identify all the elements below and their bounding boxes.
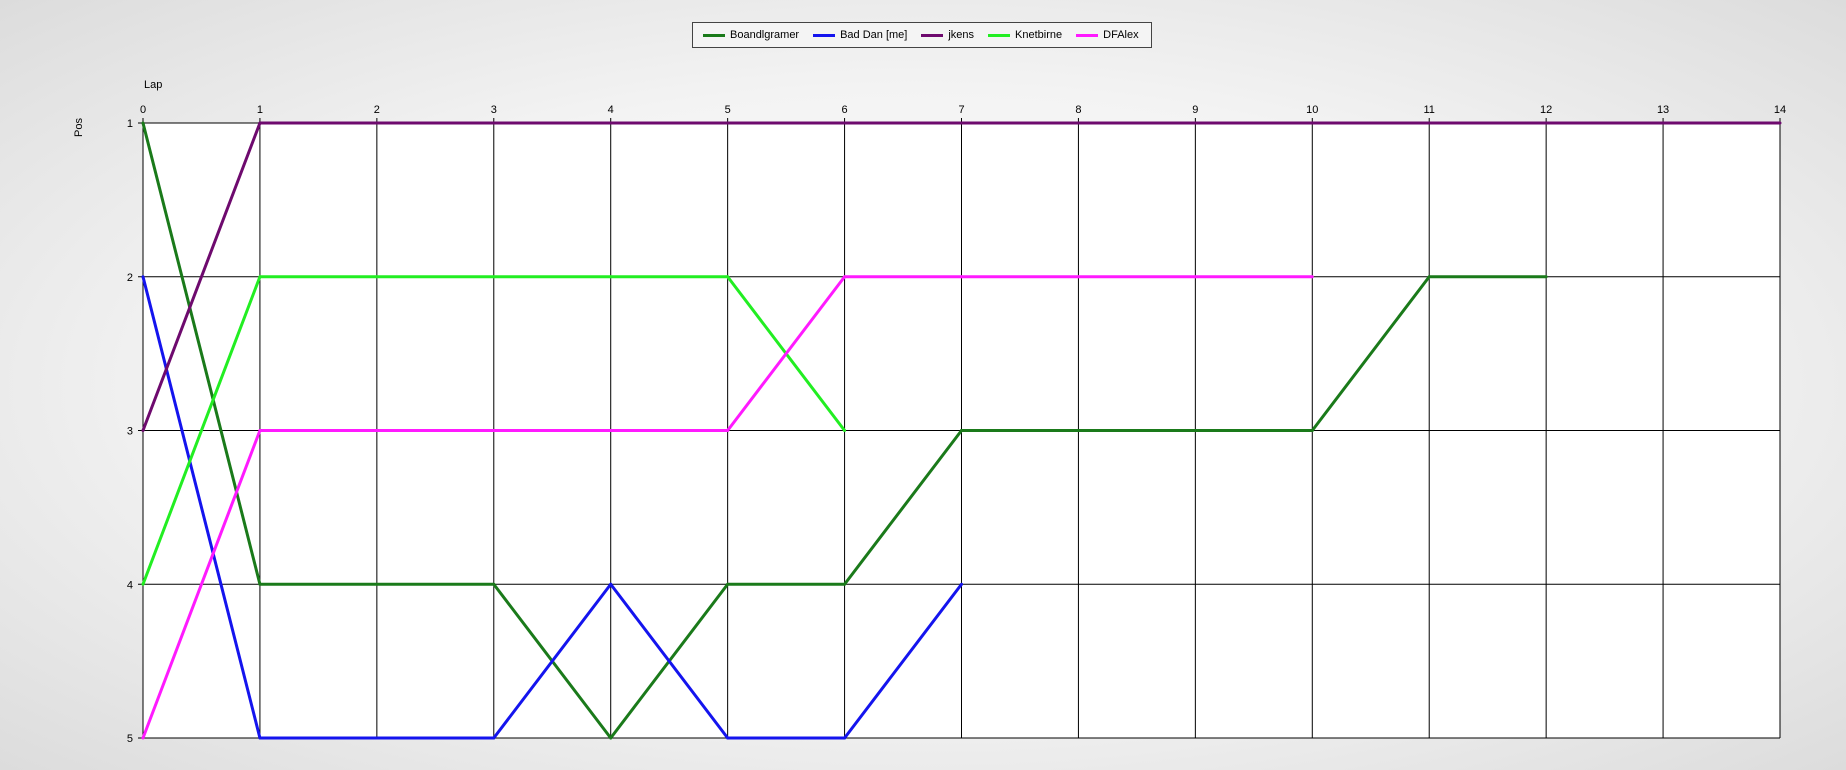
- data-point: [1310, 275, 1314, 279]
- y-tick-label: 2: [127, 272, 133, 284]
- data-point: [609, 736, 613, 740]
- data-point: [375, 121, 379, 125]
- y-tick-label: 1: [127, 118, 133, 130]
- data-point: [1661, 121, 1665, 125]
- position-chart: Lap Pos 0 1 2 3 4 5 6 7 8 9 10 11 12 13 14 12345: [73, 79, 1786, 745]
- data-point: [843, 736, 847, 740]
- x-tick-label: 3: [491, 104, 497, 116]
- data-point: [726, 429, 730, 432]
- data-point: [726, 582, 730, 586]
- x-axis-title: Lap: [144, 79, 162, 91]
- data-point: [1076, 275, 1080, 279]
- x-tick-label: 8: [1075, 104, 1081, 116]
- data-point: [726, 736, 730, 740]
- data-point: [843, 582, 847, 586]
- x-axis-ticks: 0 1 2 3 4 5 6 7 8 9 10 11 12 13 14: [140, 104, 1786, 116]
- data-point: [960, 275, 963, 279]
- data-point: [375, 736, 379, 740]
- y-axis-title: Pos: [73, 118, 85, 137]
- data-point: [960, 121, 963, 125]
- data-point: [375, 582, 379, 586]
- data-point: [843, 121, 847, 125]
- data-point: [375, 429, 379, 432]
- data-point: [141, 275, 145, 279]
- data-point: [609, 121, 613, 125]
- x-tick-label: 11: [1424, 104, 1435, 116]
- data-point: [1544, 121, 1548, 125]
- data-point: [1193, 275, 1197, 279]
- x-tick-label: 10: [1306, 104, 1318, 116]
- data-point: [258, 582, 262, 586]
- data-point: [492, 275, 496, 279]
- data-point: [609, 275, 613, 279]
- data-point: [492, 582, 496, 586]
- x-tick-label: 0: [140, 104, 146, 116]
- data-point: [960, 429, 963, 432]
- y-tick-label: 5: [127, 733, 133, 745]
- data-point: [1544, 275, 1548, 279]
- y-axis-ticks: 1 2 3 4 5: [127, 118, 133, 745]
- data-point: [609, 582, 613, 586]
- data-point: [1778, 121, 1782, 125]
- x-tick-label: 14: [1774, 104, 1786, 116]
- data-point: [258, 736, 262, 740]
- y-tick-label: 3: [127, 426, 133, 438]
- data-point: [375, 275, 379, 279]
- data-point: [1427, 121, 1431, 125]
- data-point: [492, 121, 496, 125]
- data-point: [141, 736, 145, 740]
- x-tick-label: 2: [374, 104, 380, 116]
- data-point: [960, 582, 963, 586]
- x-tick-label: 9: [1192, 104, 1198, 116]
- y-tick-label: 4: [127, 579, 133, 591]
- data-point: [1076, 429, 1080, 432]
- x-tick-label: 1: [257, 104, 263, 116]
- data-point: [258, 275, 262, 279]
- data-point: [843, 275, 847, 279]
- data-point: [141, 582, 145, 586]
- data-point: [492, 736, 496, 740]
- x-tick-label: 13: [1657, 104, 1669, 116]
- data-point: [609, 429, 613, 432]
- x-tick-label: 12: [1540, 104, 1552, 116]
- data-point: [258, 429, 262, 432]
- data-point: [1427, 275, 1431, 279]
- x-tick-label: 6: [842, 104, 848, 116]
- data-point: [726, 275, 730, 279]
- x-tick-label: 5: [725, 104, 731, 116]
- x-tick-label: 4: [608, 104, 614, 116]
- data-point: [1310, 429, 1314, 432]
- data-point: [141, 429, 145, 432]
- data-point: [1310, 121, 1314, 125]
- data-point: [492, 429, 496, 432]
- data-point: [1076, 121, 1080, 125]
- data-point: [1193, 429, 1197, 432]
- data-point: [726, 121, 730, 125]
- data-point: [843, 429, 847, 432]
- x-tick-label: 7: [958, 104, 964, 116]
- data-point: [141, 121, 145, 125]
- data-point: [1193, 121, 1197, 125]
- data-point: [258, 121, 262, 125]
